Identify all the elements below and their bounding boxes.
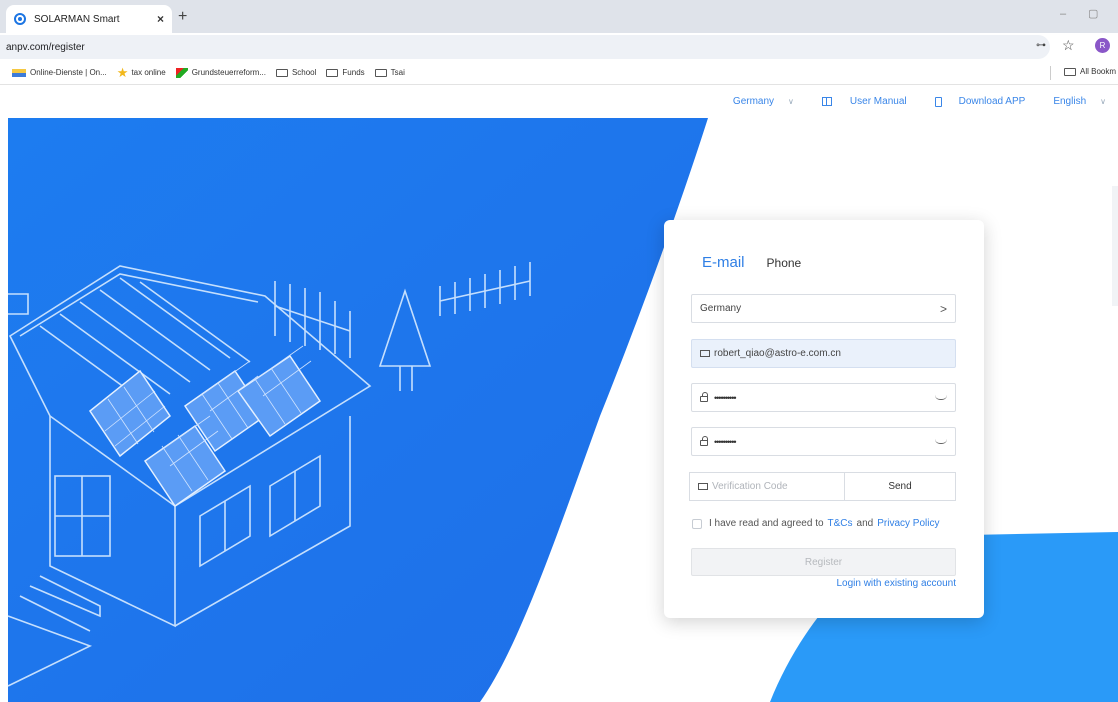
maximize-icon[interactable]: ▢ [1088, 7, 1098, 20]
folder-icon [1064, 67, 1076, 76]
bookmarks-separator [1050, 66, 1051, 80]
phone-icon [934, 96, 942, 107]
bookmark-folder-funds[interactable]: Funds [326, 68, 365, 77]
region-selector[interactable]: Germany ∨ [719, 96, 794, 107]
tab-phone[interactable]: Phone [767, 256, 802, 270]
country-select[interactable]: Germany > [691, 294, 956, 323]
bookmark-folder-school[interactable]: School [275, 68, 317, 77]
password-value: •••••••••• [714, 392, 736, 403]
bookmark-label: Funds [342, 68, 365, 77]
eye-closed-icon[interactable] [935, 395, 947, 400]
privacy-policy-link[interactable]: Privacy Policy [877, 518, 939, 529]
login-existing-link[interactable]: Login with existing account [836, 578, 956, 589]
email-field[interactable]: robert_qiao@astro-e.com.cn [691, 339, 956, 368]
chevron-down-icon: ∨ [1100, 97, 1106, 106]
send-code-button[interactable]: Send [844, 472, 956, 501]
tab-close-icon[interactable]: × [157, 12, 164, 26]
folder-icon [374, 68, 387, 77]
nrw-icon [175, 67, 188, 78]
edge-sliver [1112, 186, 1118, 306]
page-content: Germany ∨ User Manual Download APP Engli… [0, 86, 1118, 702]
folder-icon [326, 68, 339, 77]
bookmark-online-dienste[interactable]: Online-Dienste | On... [12, 68, 107, 77]
terms-checkbox[interactable] [692, 518, 702, 529]
finanzamt-icon [12, 68, 26, 77]
bookmark-label: Grundsteuerreform... [191, 68, 266, 77]
profile-avatar[interactable]: R [1095, 38, 1110, 53]
language-label: English [1053, 96, 1087, 107]
browser-tab[interactable]: SOLARMAN Smart × [6, 5, 172, 33]
mail-icon [698, 483, 708, 490]
register-tabs: E-mail Phone [702, 254, 801, 271]
region-label: Germany [732, 96, 775, 107]
bookmark-folder-tsai[interactable]: Tsai [374, 68, 405, 77]
register-card: E-mail Phone Germany > robert_qiao@astro… [664, 220, 984, 618]
tcs-link[interactable]: T&Cs [828, 518, 853, 529]
url-text: anpv.com/register [6, 41, 85, 53]
bookmark-label: tax online [131, 68, 166, 77]
user-manual-label: User Manual [849, 96, 907, 107]
download-app-label: Download APP [958, 96, 1026, 107]
language-selector[interactable]: English ∨ [1039, 96, 1106, 107]
all-bookmarks-button[interactable]: All Bookm [1064, 67, 1116, 76]
address-bar[interactable]: anpv.com/register [0, 35, 1050, 59]
confirm-password-field[interactable]: •••••••••• [691, 427, 956, 456]
solarman-favicon-icon [14, 13, 26, 25]
all-bookmarks-label: All Bookm [1080, 67, 1117, 76]
folder-icon [275, 68, 288, 77]
register-button[interactable]: Register [691, 548, 956, 576]
verification-row: Verification Code Send [689, 472, 956, 501]
bookmark-tax-online[interactable]: ★ tax online [117, 65, 166, 81]
browser-window: SOLARMAN Smart × + – ▢ anpv.com/register… [0, 0, 1118, 702]
eye-closed-icon[interactable] [935, 439, 947, 444]
minimize-icon[interactable]: – [1060, 8, 1066, 20]
book-icon [821, 97, 832, 106]
tab-strip: SOLARMAN Smart × + – ▢ [0, 0, 1118, 33]
password-key-icon[interactable]: ⊶ [1036, 40, 1046, 51]
user-manual-link[interactable]: User Manual [808, 96, 907, 107]
bookmark-label: Online-Dienste | On... [30, 68, 107, 77]
bookmarks-bar: Online-Dienste | On... ★ tax online Grun… [0, 61, 1118, 85]
top-navigation: Germany ∨ User Manual Download APP Engli… [705, 96, 1106, 107]
password-field[interactable]: •••••••••• [691, 383, 956, 412]
tab-email[interactable]: E-mail [702, 254, 745, 271]
bookmark-label: Tsai [390, 68, 405, 77]
and-text: and [856, 518, 874, 529]
email-value: robert_qiao@astro-e.com.cn [714, 348, 841, 359]
bookmark-label: School [291, 68, 317, 77]
lock-icon [700, 436, 708, 446]
browser-toolbar: anpv.com/register ⊶ ☆ R [0, 33, 1118, 61]
mail-icon [700, 350, 710, 357]
verification-code-input[interactable]: Verification Code [689, 472, 844, 501]
country-value: Germany [700, 303, 742, 314]
bookmark-grundsteuerreform[interactable]: Grundsteuerreform... [175, 67, 266, 78]
lock-icon [700, 392, 708, 402]
star-icon: ★ [116, 64, 129, 80]
new-tab-button[interactable]: + [178, 8, 187, 26]
bookmark-star-icon[interactable]: ☆ [1062, 37, 1075, 54]
agree-text: I have read and agreed to [709, 518, 824, 529]
terms-agreement: I have read and agreed to T&Cs and Priva… [692, 518, 943, 529]
verification-placeholder: Verification Code [712, 481, 788, 492]
confirm-password-value: •••••••••• [714, 436, 736, 447]
chevron-down-icon: ∨ [788, 97, 794, 106]
tab-title: SOLARMAN Smart [34, 13, 120, 25]
chevron-right-icon: > [939, 301, 947, 316]
download-app-link[interactable]: Download APP [921, 96, 1026, 107]
